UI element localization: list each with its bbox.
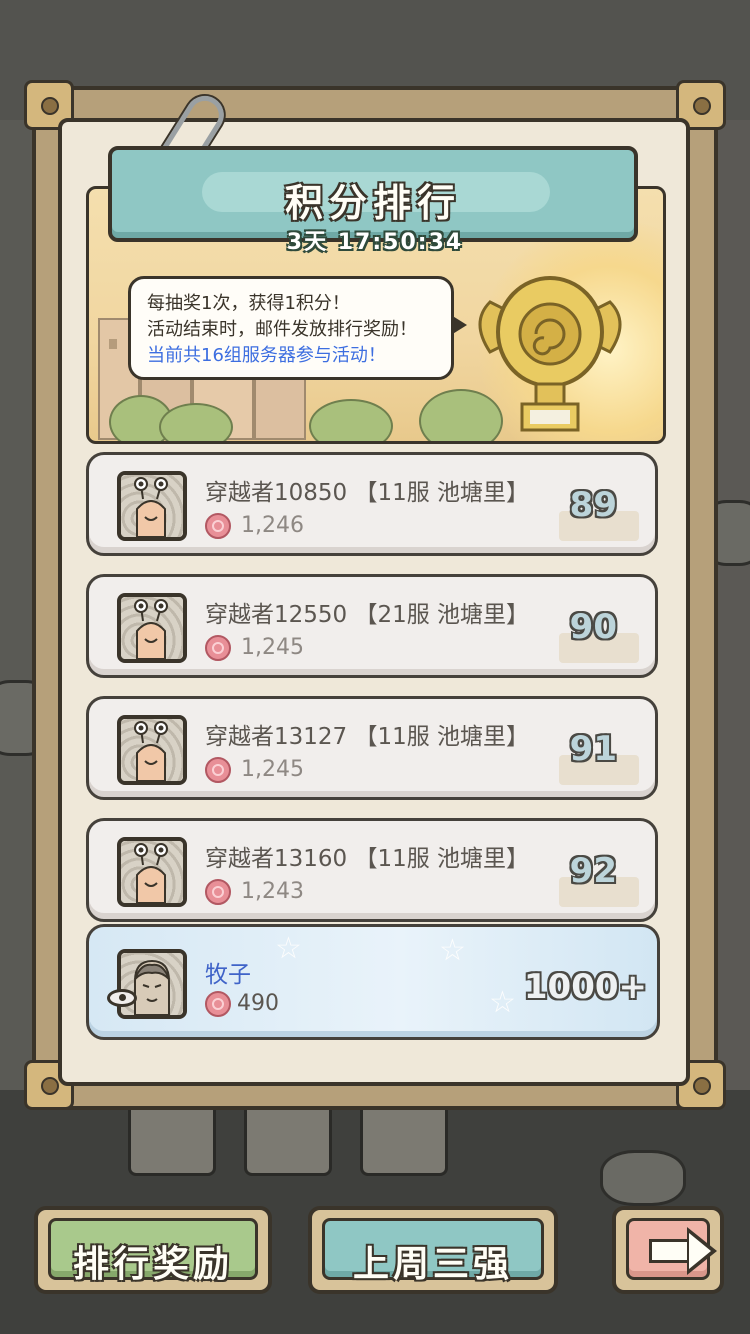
man-avatar-icon [134,959,170,1015]
last-week-top3-button[interactable]: 上周三强 [308,1206,558,1294]
page-title: 积分排行 [284,181,461,225]
snail-avatar-icon [134,477,168,537]
rank-rewards-button[interactable]: 排行奖励 [34,1206,272,1294]
player-rank: 89 [569,485,617,525]
star-decoration-icon: ☆ [489,985,516,1020]
last-week-top3-button-face: 上周三强 [322,1218,544,1285]
tree [159,403,233,441]
info-line-2: 活动结束时，邮件发放排行奖励！ [147,319,417,340]
snail-avatar-icon [134,599,168,659]
tree [309,399,393,441]
player-rank: 92 [569,851,617,891]
avatar[interactable] [117,715,187,785]
info-line-1: 每抽奖1次，获得1积分！ [147,293,350,314]
my-name: 牧子 [205,962,251,988]
bg-rock [600,1150,686,1206]
snail-avatar-icon [134,721,168,781]
countdown-timer: 3天 17:50:34 [286,230,464,255]
bg-item-slot [128,1100,216,1176]
my-avatar[interactable] [117,949,187,1019]
bg-item-slot [360,1100,448,1176]
rank-rewards-button-face: 排行奖励 [48,1218,258,1285]
ranking-row[interactable]: 穿越者12550 【21服 池塘里】 1,245 90 [86,574,658,678]
snail-shell-icon [205,879,231,905]
snail-shell-icon [205,991,231,1017]
next-button[interactable] [612,1206,724,1294]
ranking-row[interactable]: 穿越者13160 【11服 池塘里】 1,243 92 [86,818,658,922]
player-score: 1,243 [241,879,304,904]
avatar[interactable] [117,471,187,541]
player-name: 穿越者12550 【21服 池塘里】 [205,602,530,628]
trophy-icon [478,276,622,432]
ranking-row[interactable]: 穿越者10850 【11服 池塘里】 1,246 89 [86,452,658,556]
arrow-right-icon-fill [689,1233,711,1269]
snail-shell-icon [205,635,231,661]
snail-shell-icon [205,513,231,539]
player-score: 1,246 [241,513,304,538]
my-score: 490 [237,991,279,1016]
eye-icon[interactable] [107,989,137,1007]
avatar[interactable] [117,593,187,663]
ranking-row[interactable]: 穿越者13127 【11服 池塘里】 1,245 91 [86,696,658,800]
player-name: 穿越者10850 【11服 池塘里】 [205,480,530,506]
avatar[interactable] [117,837,187,907]
player-rank: 91 [569,729,617,769]
star-decoration-icon: ☆ [275,931,302,966]
info-bubble: 每抽奖1次，获得1积分！ 活动结束时，邮件发放排行奖励！ 当前共16组服务器参与… [128,276,467,380]
player-name: 穿越者13127 【11服 池塘里】 [205,724,530,750]
rank-rewards-label: 排行奖励 [72,1244,233,1285]
next-button-face [626,1218,717,1280]
snail-shell-icon [205,757,231,783]
player-name: 穿越者13160 【11服 池塘里】 [205,846,530,872]
bg-item-slot [244,1100,332,1176]
last-week-top3-label: 上周三强 [352,1244,513,1285]
player-score: 1,245 [241,635,304,660]
player-rank: 90 [569,607,617,647]
info-line-3: 当前共16组服务器参与活动！ [147,345,386,366]
my-ranking-row[interactable]: ☆ ☆ ☆ 牧子 490 1000+ [86,924,660,1040]
star-decoration-icon: ☆ [439,933,466,968]
player-score: 1,245 [241,757,304,782]
my-rank: 1000+ [523,967,647,1007]
snail-avatar-icon [134,843,168,903]
